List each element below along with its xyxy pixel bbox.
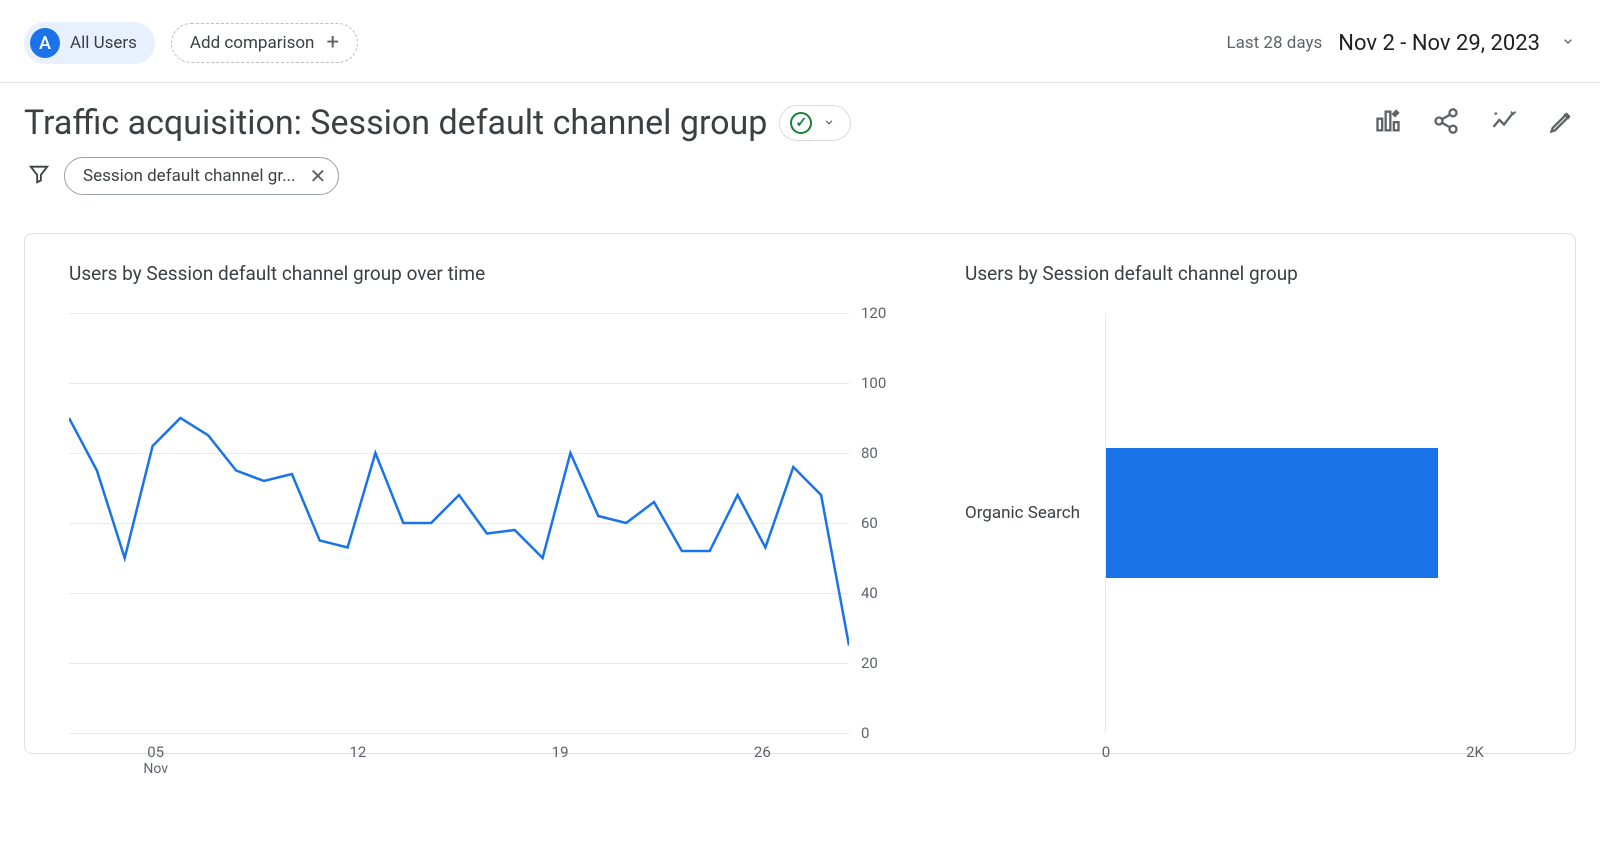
title-left: Traffic acquisition: Session default cha…: [24, 103, 851, 143]
filter-funnel-icon[interactable]: [28, 163, 50, 189]
line-chart-title: Users by Session default channel group o…: [69, 262, 935, 285]
bar-chart-title: Users by Session default channel group: [965, 262, 1535, 285]
check-circle-icon: ✓: [790, 112, 812, 134]
x-axis-tick: 2K: [1466, 743, 1484, 761]
y-axis-tick: 40: [861, 584, 878, 602]
close-icon[interactable]: ✕: [310, 164, 327, 188]
filter-chip-label: Session default channel gr...: [83, 166, 296, 186]
share-icon[interactable]: [1432, 107, 1460, 139]
add-comparison-label: Add comparison: [190, 33, 315, 53]
chevron-down-icon: [1560, 33, 1576, 53]
plus-icon: +: [326, 32, 338, 54]
line-series: [69, 313, 849, 733]
charts-card: Users by Session default channel group o…: [24, 233, 1576, 754]
y-axis-tick: 80: [861, 444, 878, 462]
bar-rect: [1106, 448, 1438, 578]
add-comparison-button[interactable]: Add comparison +: [171, 23, 358, 63]
page-title: Traffic acquisition: Session default cha…: [24, 103, 767, 143]
y-axis-tick: 100: [861, 374, 886, 392]
title-row: Traffic acquisition: Session default cha…: [0, 83, 1600, 143]
date-prefix: Last 28 days: [1226, 33, 1322, 53]
customize-report-icon[interactable]: [1374, 107, 1402, 139]
title-actions: [1374, 107, 1576, 139]
top-bar: A All Users Add comparison + Last 28 day…: [0, 0, 1600, 83]
report-status-dropdown[interactable]: ✓: [779, 105, 851, 141]
edit-pencil-icon[interactable]: [1548, 107, 1576, 139]
top-bar-left: A All Users Add comparison +: [24, 22, 358, 64]
bar-category-label: Organic Search: [965, 503, 1080, 523]
bar-chart[interactable]: 02K Organic Search: [965, 313, 1535, 733]
filter-chip[interactable]: Session default channel gr... ✕: [64, 157, 339, 195]
x-axis-tick: 05Nov: [143, 743, 168, 777]
chevron-down-icon: [822, 114, 836, 133]
bar-chart-panel: Users by Session default channel group 0…: [955, 262, 1565, 733]
segment-label: All Users: [70, 33, 137, 53]
date-range-picker[interactable]: Last 28 days Nov 2 - Nov 29, 2023: [1226, 31, 1576, 56]
bar-plot-area: 02K: [1105, 313, 1475, 733]
segment-avatar: A: [30, 28, 60, 58]
x-axis-tick: 19: [552, 743, 569, 761]
filter-row: Session default channel gr... ✕: [0, 143, 1600, 203]
x-axis-tick: 26: [754, 743, 771, 761]
y-axis-tick: 60: [861, 514, 878, 532]
y-axis-tick: 120: [861, 304, 886, 322]
segment-chip-all-users[interactable]: A All Users: [24, 22, 155, 64]
x-axis-tick: 12: [349, 743, 366, 761]
x-axis-tick: 0: [1102, 743, 1110, 761]
insights-icon[interactable]: [1490, 107, 1518, 139]
date-range-text: Nov 2 - Nov 29, 2023: [1338, 31, 1540, 56]
line-chart[interactable]: 02040608010012005Nov121926: [69, 313, 899, 733]
y-axis-tick: 20: [861, 654, 878, 672]
line-chart-panel: Users by Session default channel group o…: [35, 262, 935, 733]
y-axis-tick: 0: [861, 724, 869, 742]
